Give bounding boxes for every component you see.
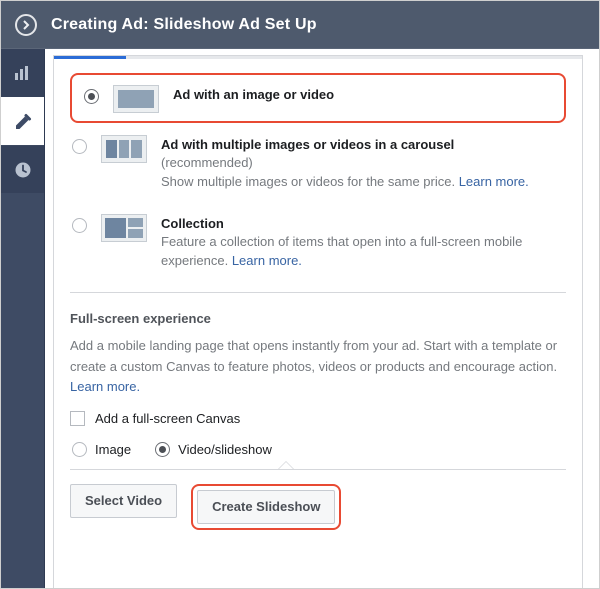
- media-type-video[interactable]: Video/slideshow: [155, 442, 272, 457]
- page-body: Ad with an image or video Ad with multip…: [1, 49, 599, 588]
- format-option-desc: Show multiple images or videos for the s…: [161, 174, 459, 189]
- format-option-text: Ad with an image or video: [173, 83, 334, 104]
- section-divider: [70, 292, 566, 293]
- page-title: Creating Ad: Slideshow Ad Set Up: [51, 16, 317, 34]
- progress-bar: [54, 56, 582, 59]
- left-sidebar: [1, 49, 45, 588]
- radio-collection[interactable]: [72, 218, 87, 233]
- create-slideshow-button[interactable]: Create Slideshow: [197, 490, 335, 524]
- learn-more-link[interactable]: Learn more.: [70, 379, 140, 394]
- media-type-label: Video/slideshow: [178, 442, 272, 457]
- radio-single[interactable]: [84, 89, 99, 104]
- thumb-collection-icon: [101, 214, 147, 242]
- format-option-title: Ad with multiple images or videos in a c…: [161, 137, 529, 152]
- format-option-single-highlight: Ad with an image or video: [70, 73, 566, 123]
- format-option-text: Collection Feature a collection of items…: [161, 212, 564, 271]
- thumb-carousel-icon: [101, 135, 147, 163]
- format-option-text: Ad with multiple images or videos in a c…: [161, 133, 529, 192]
- recommended-tag: (recommended): [161, 155, 253, 170]
- fullscreen-canvas-checkbox[interactable]: [70, 411, 85, 426]
- bar-chart-icon: [14, 64, 32, 82]
- format-option-subtitle: Feature a collection of items that open …: [161, 233, 564, 271]
- thumb-single-icon: [113, 85, 159, 113]
- fullscreen-heading: Full-screen experience: [70, 311, 566, 326]
- collapse-icon[interactable]: [15, 14, 37, 36]
- media-type-label: Image: [95, 442, 131, 457]
- page-header: Creating Ad: Slideshow Ad Set Up: [1, 1, 599, 49]
- radio-image[interactable]: [72, 442, 87, 457]
- format-option-title: Ad with an image or video: [173, 87, 334, 102]
- fullscreen-canvas-checkbox-row[interactable]: Add a full-screen Canvas: [70, 411, 566, 426]
- format-option-carousel[interactable]: Ad with multiple images or videos in a c…: [70, 123, 566, 202]
- learn-more-link[interactable]: Learn more.: [459, 174, 529, 189]
- content-area: Ad with an image or video Ad with multip…: [45, 49, 599, 588]
- sidebar-item-delivery[interactable]: [1, 145, 44, 193]
- sidebar-item-adset[interactable]: [1, 97, 44, 145]
- radio-video[interactable]: [155, 442, 170, 457]
- ad-format-card: Ad with an image or video Ad with multip…: [53, 55, 583, 588]
- sidebar-item-campaign[interactable]: [1, 49, 44, 97]
- media-type-pointer-row: [70, 461, 566, 469]
- radio-carousel[interactable]: [72, 139, 87, 154]
- pencil-icon: [14, 113, 32, 131]
- format-option-title: Collection: [161, 216, 564, 231]
- ads-manager-frame: Creating Ad: Slideshow Ad Set Up: [0, 0, 600, 589]
- media-action-row: Select Video Create Slideshow: [70, 469, 566, 530]
- media-type-row: Image Video/slideshow: [72, 442, 566, 457]
- fullscreen-canvas-label: Add a full-screen Canvas: [95, 411, 240, 426]
- create-slideshow-highlight: Create Slideshow: [191, 484, 341, 530]
- select-video-button[interactable]: Select Video: [70, 484, 177, 518]
- clock-icon: [14, 161, 32, 179]
- format-option-desc: Feature a collection of items that open …: [161, 234, 522, 268]
- format-option-single[interactable]: Ad with an image or video: [82, 83, 554, 113]
- selected-type-pointer-icon: [278, 461, 294, 469]
- fullscreen-description: Add a mobile landing page that opens ins…: [70, 336, 566, 396]
- fullscreen-desc-text: Add a mobile landing page that opens ins…: [70, 338, 557, 373]
- format-option-subtitle: (recommended) Show multiple images or vi…: [161, 154, 529, 192]
- media-type-image[interactable]: Image: [72, 442, 131, 457]
- learn-more-link[interactable]: Learn more.: [232, 253, 302, 268]
- format-option-collection[interactable]: Collection Feature a collection of items…: [70, 202, 566, 281]
